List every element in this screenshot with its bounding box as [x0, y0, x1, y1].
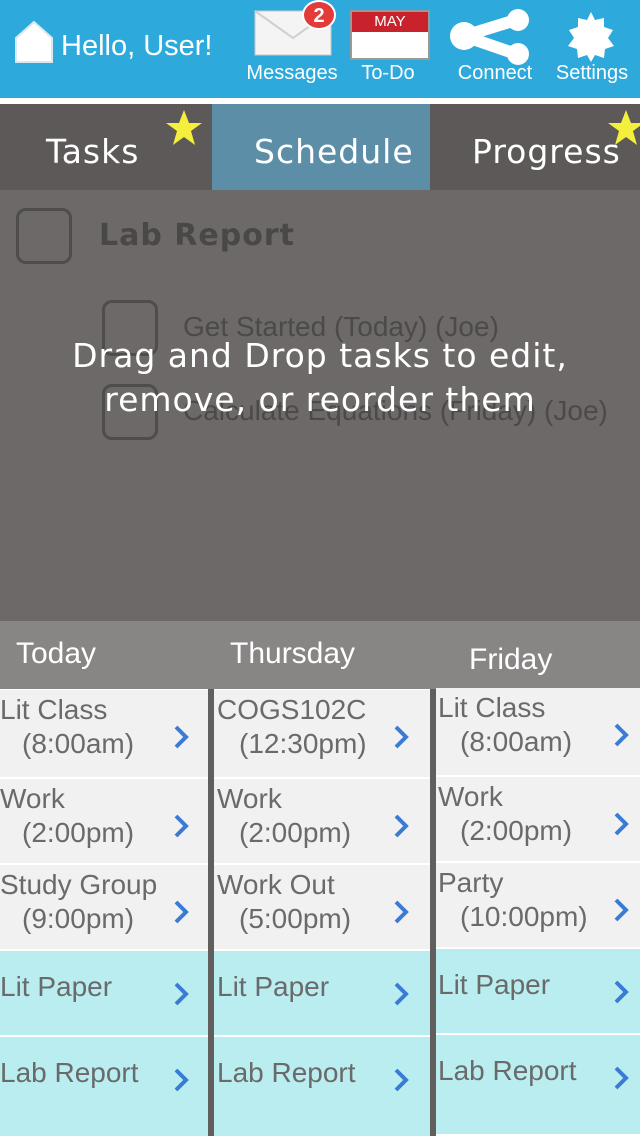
item-time: (2:00pm) — [239, 817, 352, 848]
item-title: Lab Report — [438, 1055, 577, 1086]
calendar-month: MAY — [352, 12, 428, 32]
chevron-right-icon[interactable] — [172, 981, 190, 1007]
item-time: (12:30pm) — [239, 728, 367, 759]
item-time: (2:00pm) — [22, 817, 135, 848]
connect-button[interactable]: Connect — [446, 0, 544, 98]
star-icon — [608, 110, 640, 145]
chevron-right-icon[interactable] — [612, 1065, 630, 1091]
messages-badge: 2 — [302, 0, 336, 30]
todo-label: To-Do — [361, 62, 415, 84]
chevron-right-icon[interactable] — [172, 724, 190, 750]
chevron-right-icon[interactable] — [392, 813, 410, 839]
item-title: Lit Paper — [438, 969, 551, 1000]
share-icon — [450, 9, 529, 65]
settings-label: Settings — [555, 62, 629, 84]
item-time: (5:00pm) — [239, 903, 352, 934]
item-title: Study Group — [0, 869, 158, 900]
task-title: Lab Report — [99, 218, 295, 253]
item-title: Lab Report — [0, 1057, 139, 1088]
tab-schedule-label: Schedule — [254, 132, 414, 171]
chevron-right-icon[interactable] — [612, 979, 630, 1005]
calendar-icon: MAY — [350, 10, 430, 60]
greeting: Hello, User! — [61, 30, 213, 62]
item-title: Work — [438, 781, 503, 812]
chevron-right-icon[interactable] — [392, 724, 410, 750]
hint-line-2: remove, or reorder them — [104, 380, 536, 419]
item-title: Lit Paper — [217, 971, 330, 1002]
tab-schedule[interactable]: Schedule — [212, 104, 430, 190]
hint-line-1: Drag and Drop tasks to edit, — [72, 336, 568, 375]
day-header-today: Today — [0, 621, 212, 689]
item-title: Lit Paper — [0, 971, 113, 1002]
item-title: Work Out — [217, 869, 335, 900]
item-title: Lit Class — [438, 692, 546, 723]
tab-tasks-label: Tasks — [46, 132, 140, 171]
gear-icon — [568, 12, 614, 62]
star-icon — [166, 110, 202, 145]
top-bar: Hello, User! Messages 2 To-Do MAY Connec… — [0, 0, 640, 98]
item-time: (8:00am) — [22, 728, 135, 759]
item-time: (2:00pm) — [460, 815, 573, 846]
drag-drop-hint: Drag and Drop tasks to edit, remove, or … — [0, 334, 640, 422]
settings-button[interactable]: Settings — [550, 0, 634, 98]
chevron-right-icon[interactable] — [612, 811, 630, 837]
tab-bar: Tasks Schedule Progress — [0, 104, 640, 190]
messages-label: Messages — [246, 62, 338, 84]
item-title: Work — [0, 783, 65, 814]
task-checkbox[interactable] — [16, 208, 72, 264]
item-title: COGS102C — [217, 694, 367, 725]
home-icon[interactable] — [14, 20, 54, 64]
connect-label: Connect — [457, 62, 533, 84]
chevron-right-icon[interactable] — [172, 899, 190, 925]
chevron-right-icon[interactable] — [392, 981, 410, 1007]
tab-progress-label: Progress — [472, 132, 621, 171]
day-name: Today — [16, 637, 97, 670]
item-title: Work — [217, 783, 282, 814]
column-divider — [208, 689, 214, 1136]
item-time: (8:00am) — [460, 726, 573, 757]
chevron-right-icon[interactable] — [392, 1067, 410, 1093]
item-title: Party — [438, 867, 504, 898]
chevron-right-icon[interactable] — [172, 813, 190, 839]
day-name: Thursday — [230, 637, 356, 670]
column-divider — [430, 689, 436, 1136]
day-header-thursday: Thursday — [212, 621, 426, 689]
day-header-friday: Friday — [426, 621, 640, 689]
chevron-right-icon[interactable] — [172, 1067, 190, 1093]
day-name: Friday — [469, 643, 553, 676]
chevron-right-icon[interactable] — [612, 722, 630, 748]
item-time: (10:00pm) — [460, 901, 588, 932]
item-title: Lab Report — [217, 1057, 356, 1088]
item-title: Lit Class — [0, 694, 108, 725]
chevron-right-icon[interactable] — [392, 899, 410, 925]
chevron-right-icon[interactable] — [612, 897, 630, 923]
item-time: (9:00pm) — [22, 903, 135, 934]
